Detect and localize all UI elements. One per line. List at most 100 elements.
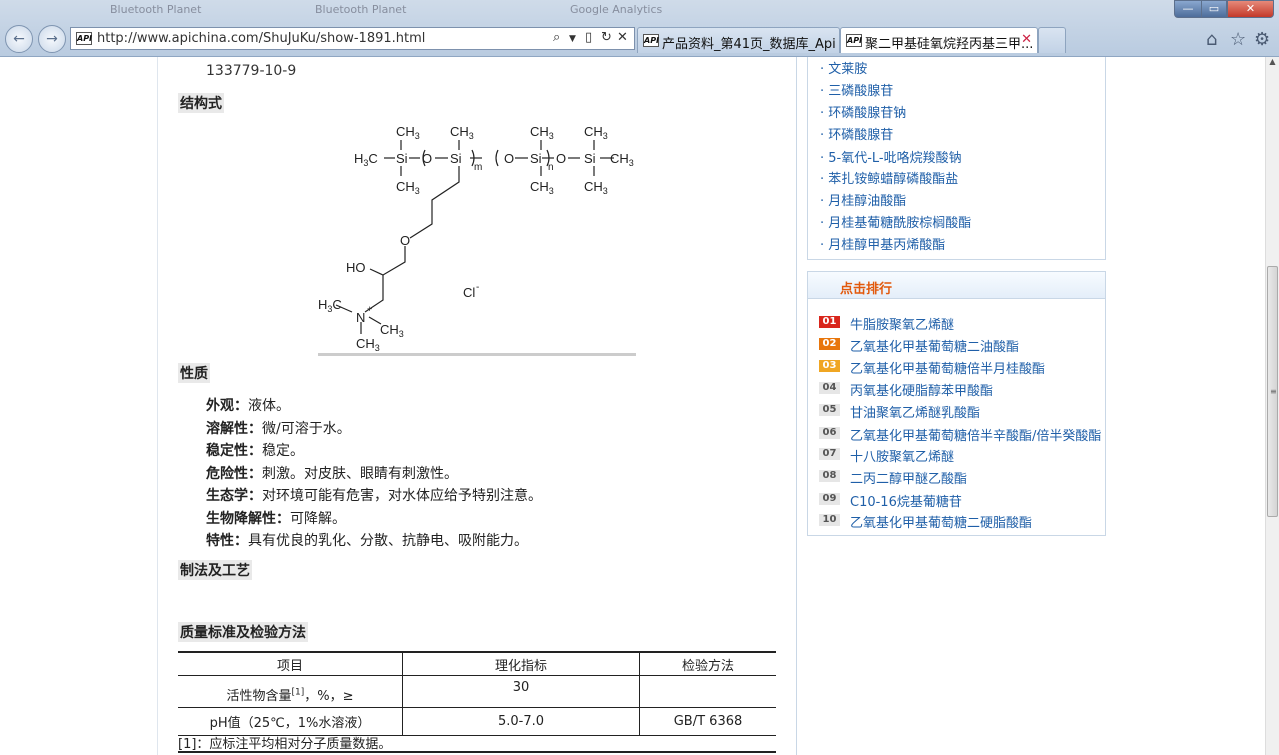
svg-text:Si: Si [396,151,408,166]
svg-text:CH3: CH3 [356,336,380,353]
favorites-star-icon[interactable]: ☆ [1230,29,1246,50]
tab-product-data[interactable]: API 产品资料_第41页_数据库_Api ... [637,27,840,53]
search-icon[interactable]: ⌕ [553,30,560,45]
table-footnote: [1]：应标注平均相对分子质量数据。 [178,737,392,752]
table-bottom-rule [178,751,776,753]
scrollbar-thumb[interactable]: ≡ [1267,266,1278,517]
table-row: pH值（25℃，1%水溶液） 5.0-7.0 GB/T 6368 [178,707,776,736]
cas-number: 133779-10-9 [206,63,297,79]
svg-text:n: n [548,162,554,173]
table-cell: 5.0-7.0 [402,707,640,736]
chemical-structure-diagram: CH3 H3C Si CH3 O CH3 Si m O CH3 Si n O C… [318,124,634,353]
rank-badge: 09 [819,493,840,505]
vertical-scrollbar[interactable]: ▲ ≡ [1265,57,1279,755]
ranking-link[interactable]: 十八胺聚氧乙烯醚 [850,446,954,465]
svg-text:CH3: CH3 [584,179,608,196]
ranking-link[interactable]: 乙氧基化甲基葡萄糖二硬脂酸酯 [850,512,1032,531]
properties-heading: 性质 [178,363,210,383]
related-link[interactable]: · 文莱胺 [820,58,867,77]
ranking-link[interactable]: 乙氧基化甲基葡萄糖倍半月桂酸酯 [850,358,1045,377]
related-link[interactable]: · 环磷酸腺苷 [820,124,893,143]
column-divider [796,57,797,755]
rank-badge: 06 [819,427,840,439]
svg-text:+: + [367,304,372,314]
svg-text:H3C: H3C [318,297,342,314]
ranking-link[interactable]: 丙氧基化硬脂醇苯甲酸酯 [850,380,993,399]
svg-text:N: N [356,310,365,325]
rank-badge: 01 [819,316,840,328]
page-viewport: 133779-10-9 结构式 CH3 H3C Si CH3 O CH3 Si … [0,57,1265,755]
structure-heading: 结构式 [178,93,224,113]
address-bar[interactable]: API http://www.apichina.com/ShuJuKu/show… [70,27,635,50]
maximize-button[interactable]: ▭ [1201,0,1227,18]
table-cell: 30 [402,675,640,708]
compat-view-icon[interactable]: ▯ [585,30,592,45]
svg-text:Cl: Cl [463,285,475,300]
arrow-left-icon: ← [13,31,25,47]
svg-text:CH3: CH3 [450,124,474,141]
tab-close-icon[interactable]: ✕ [1021,32,1032,47]
svg-text:-: - [476,282,479,293]
scroll-up-arrow-icon[interactable]: ▲ [1266,57,1279,71]
ranking-link[interactable]: 二丙二醇甲醚乙酸酯 [850,468,967,487]
svg-text:HO: HO [346,260,366,275]
back-button[interactable]: ← [5,25,33,53]
tab-current-page[interactable]: API 聚二甲基硅氧烷羟丙基三甲... ✕ [840,27,1038,53]
table-header-cell: 理化指标 [402,651,640,676]
dropdown-icon[interactable]: ▼ [569,34,576,44]
ranking-title: 点击排行 [840,282,893,297]
related-link[interactable]: · 苯扎铵鲸蜡醇磷酸酯盐 [820,168,958,187]
forward-button[interactable]: → [38,25,66,53]
related-link[interactable]: · 月桂醇甲基丙烯酸酯 [820,234,945,253]
home-icon[interactable]: ⌂ [1206,29,1217,50]
svg-text:Si: Si [530,151,542,166]
svg-text:CH3: CH3 [380,322,404,339]
svg-text:Si: Si [450,151,462,166]
quality-heading: 质量标准及检验方法 [178,622,308,642]
related-link[interactable]: · 月桂醇油酸酯 [820,190,906,209]
new-tab-button[interactable] [1038,27,1066,53]
svg-text:CH3: CH3 [584,124,608,141]
svg-text:Si: Si [584,151,596,166]
svg-text:CH3: CH3 [610,151,634,168]
ranking-link[interactable]: C10-16烷基葡糖苷 [850,491,962,510]
ranking-link[interactable]: 甘油聚氧乙烯醚乳酸酯 [850,402,980,421]
arrow-right-icon: → [46,31,58,47]
related-link[interactable]: · 5-氧代-L-吡咯烷羧酸钠 [820,147,962,166]
stop-icon[interactable]: ✕ [617,30,628,45]
rank-badge: 10 [819,514,840,526]
settings-gear-icon[interactable]: ⚙ [1254,29,1270,50]
tab-label: 产品资料_第41页_数据库_Api ... [662,37,840,52]
ghost-tab: Google Analytics [570,3,663,16]
table-cell: pH值（25℃，1%水溶液） [178,707,403,736]
table-cell: 活性物含量[1]，%，≥ [178,675,403,708]
ranking-link[interactable]: 牛脂胺聚氧乙烯醚 [850,314,954,333]
address-url[interactable]: http://www.apichina.com/ShuJuKu/show-189… [97,31,425,46]
close-window-button[interactable]: ✕ [1227,0,1274,18]
rank-badge: 05 [819,404,840,416]
minimize-button[interactable]: — [1174,0,1202,18]
structure-underline [318,353,636,356]
browser-chrome: Bluetooth Planet Bluetooth Planet Google… [0,0,1279,57]
table-header-cell: 检验方法 [639,651,776,676]
refresh-icon[interactable]: ↻ [601,30,612,45]
table-row: 活性物含量[1]，%，≥ 30 [178,675,776,708]
rank-badge: 03 [819,360,840,372]
svg-text:O: O [556,151,566,166]
process-heading: 制法及工艺 [178,560,252,580]
svg-text:CH3: CH3 [530,124,554,141]
quality-table: 项目 理化指标 检验方法 活性物含量[1]，%，≥ 30 pH值（25℃，1%水… [178,651,776,736]
table-cell [639,675,776,708]
table-header-cell: 项目 [178,651,403,676]
related-link[interactable]: · 月桂基葡糖酰胺棕榈酸酯 [820,212,971,231]
svg-text:O: O [422,151,432,166]
property-row: 生物降解性：可降解。 [206,511,346,527]
related-link[interactable]: · 环磷酸腺苷钠 [820,102,906,121]
related-link[interactable]: · 三磷酸腺苷 [820,80,893,99]
svg-text:O: O [400,233,410,248]
property-row: 稳定性：稳定。 [206,443,304,459]
tab-favicon-icon: API [846,34,863,47]
ranking-link[interactable]: 乙氧基化甲基葡萄糖倍半辛酸酯/倍半癸酸酯 [850,425,1101,444]
ranking-link[interactable]: 乙氧基化甲基葡萄糖二油酸酯 [850,336,1019,355]
column-divider [157,57,158,755]
